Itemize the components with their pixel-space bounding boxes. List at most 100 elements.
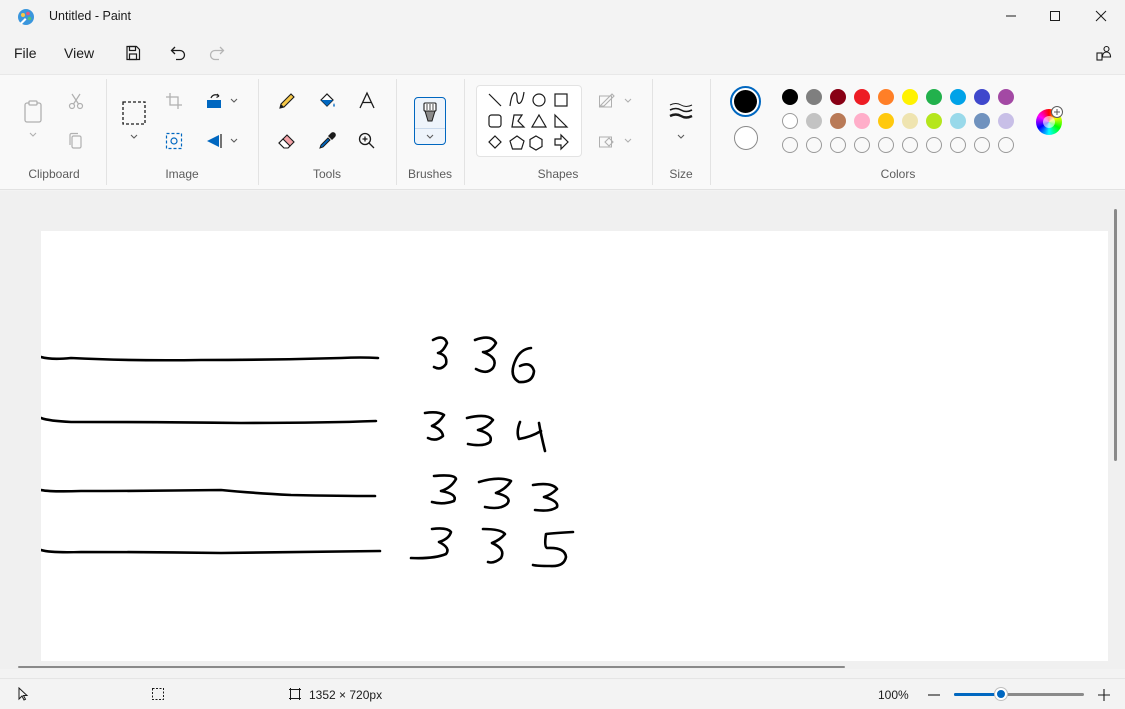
- rotate-button[interactable]: [202, 89, 226, 113]
- pencil-tool[interactable]: [275, 89, 299, 113]
- color-swatch[interactable]: [950, 113, 966, 129]
- eraser-tool[interactable]: [275, 129, 299, 153]
- minimize-button[interactable]: [988, 0, 1034, 32]
- color-swatch[interactable]: [830, 113, 846, 129]
- share-button[interactable]: [1090, 40, 1118, 66]
- color-swatch[interactable]: [878, 113, 894, 129]
- image-select-button[interactable]: [162, 129, 186, 153]
- selection-size-icon: [152, 688, 164, 700]
- copy-button[interactable]: [64, 129, 88, 153]
- close-button[interactable]: [1078, 0, 1124, 32]
- shapes-gallery: [476, 85, 582, 157]
- paint-app-icon: [18, 9, 34, 25]
- secondary-color-button[interactable]: [734, 126, 758, 150]
- edit-colors-button[interactable]: [1036, 106, 1063, 135]
- rounded-rectangle-shape: [488, 114, 502, 128]
- empty-color-swatch[interactable]: [974, 137, 990, 153]
- digit-3: [430, 474, 458, 505]
- color-swatch[interactable]: [830, 89, 846, 105]
- menu-file[interactable]: File: [14, 45, 37, 61]
- group-divider: [396, 79, 397, 185]
- menu-view[interactable]: View: [64, 45, 94, 61]
- zoom-slider[interactable]: [954, 688, 1084, 700]
- text-tool[interactable]: [355, 89, 379, 113]
- color-swatch[interactable]: [974, 113, 990, 129]
- empty-color-swatch[interactable]: [830, 137, 846, 153]
- zoom-out-button[interactable]: [924, 685, 944, 705]
- zoom-level-text[interactable]: 100%: [878, 688, 909, 702]
- color-swatch[interactable]: [854, 89, 870, 105]
- flip-button[interactable]: [202, 129, 226, 153]
- color-swatch[interactable]: [902, 113, 918, 129]
- color-swatch[interactable]: [926, 113, 942, 129]
- color-picker-tool[interactable]: [315, 129, 339, 153]
- empty-color-swatch[interactable]: [950, 137, 966, 153]
- digit-3: [423, 411, 446, 441]
- tools-label: Tools: [312, 167, 341, 181]
- vertical-scrollbar[interactable]: [1114, 209, 1117, 461]
- empty-color-swatch[interactable]: [854, 137, 870, 153]
- empty-color-swatch[interactable]: [782, 137, 798, 153]
- empty-color-swatch[interactable]: [902, 137, 918, 153]
- rotate-chevron-icon[interactable]: [229, 97, 239, 105]
- digit-3: [481, 527, 507, 564]
- drawing-canvas[interactable]: [39, 231, 1108, 661]
- brushes-chevron-icon: [426, 134, 434, 139]
- select-chevron-icon[interactable]: [129, 133, 139, 141]
- primary-color-button[interactable]: [730, 86, 761, 117]
- size-button[interactable]: [668, 101, 694, 121]
- zoom-slider-thumb[interactable]: [995, 688, 1007, 700]
- digit-6: [511, 346, 536, 384]
- color-swatch[interactable]: [806, 89, 822, 105]
- maximize-button[interactable]: [1032, 0, 1078, 32]
- shape-outline-button[interactable]: [596, 89, 620, 113]
- right-arrow-shape: [554, 133, 569, 151]
- zoom-in-button[interactable]: [1094, 685, 1114, 705]
- empty-color-swatch[interactable]: [878, 137, 894, 153]
- empty-color-swatch[interactable]: [806, 137, 822, 153]
- crop-button[interactable]: [162, 89, 186, 113]
- text-icon: [359, 91, 375, 109]
- image-select-icon: [165, 132, 183, 150]
- paste-chevron-icon[interactable]: [28, 131, 38, 139]
- drawn-line-4: [39, 548, 382, 555]
- color-swatch[interactable]: [854, 113, 870, 129]
- flip-icon: [207, 134, 222, 148]
- color-swatch[interactable]: [926, 89, 942, 105]
- color-swatch[interactable]: [998, 89, 1014, 105]
- save-button[interactable]: [119, 40, 147, 66]
- line-shape: [488, 93, 502, 107]
- color-swatch[interactable]: [782, 113, 798, 129]
- digit-3: [465, 414, 495, 447]
- redo-button[interactable]: [203, 40, 231, 66]
- select-button[interactable]: [120, 99, 148, 127]
- size-chevron-icon[interactable]: [676, 133, 686, 141]
- horizontal-scrollbar[interactable]: [18, 666, 845, 668]
- minimize-icon: [1006, 15, 1016, 17]
- brushes-button[interactable]: [414, 97, 446, 145]
- color-swatch[interactable]: [878, 89, 894, 105]
- color-swatch[interactable]: [902, 89, 918, 105]
- cut-button[interactable]: [64, 89, 88, 113]
- paste-button[interactable]: [20, 99, 46, 125]
- rotate-icon: [207, 93, 221, 108]
- magnifier-tool[interactable]: [355, 129, 379, 153]
- color-swatch[interactable]: [998, 113, 1014, 129]
- digit-4: [516, 420, 547, 453]
- empty-color-swatch[interactable]: [998, 137, 1014, 153]
- right-triangle-shape: [554, 113, 569, 128]
- undo-button[interactable]: [164, 40, 192, 66]
- color-swatch[interactable]: [950, 89, 966, 105]
- fill-chevron-icon[interactable]: [623, 137, 633, 145]
- flip-chevron-icon[interactable]: [229, 137, 239, 145]
- fill-tool[interactable]: [315, 89, 339, 113]
- diamond-shape: [488, 135, 502, 149]
- shape-fill-button[interactable]: [596, 129, 620, 153]
- color-swatch[interactable]: [806, 113, 822, 129]
- color-swatch[interactable]: [782, 89, 798, 105]
- color-swatch[interactable]: [974, 89, 990, 105]
- primary-color-swatch: [734, 90, 757, 113]
- shape-fill-icon: [599, 136, 614, 148]
- outline-chevron-icon[interactable]: [623, 97, 633, 105]
- empty-color-swatch[interactable]: [926, 137, 942, 153]
